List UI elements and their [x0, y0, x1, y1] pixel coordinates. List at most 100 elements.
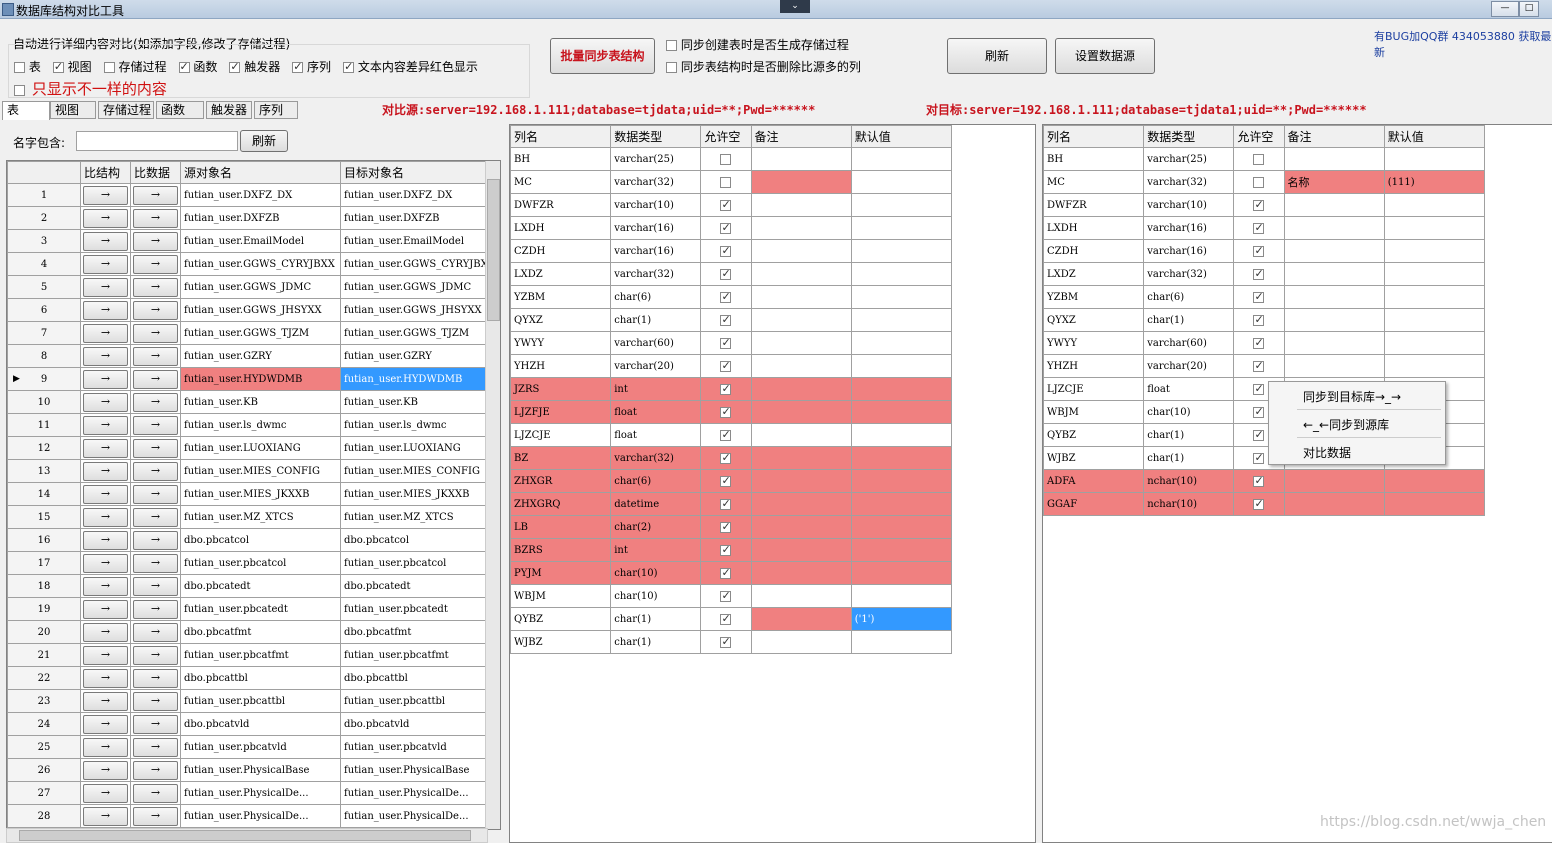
row-number[interactable]: 14 [7, 482, 81, 506]
column-type[interactable]: float [610, 423, 702, 447]
compare-structure-cell[interactable]: → [80, 643, 131, 667]
column-type[interactable]: varchar(25) [610, 147, 702, 171]
column-name[interactable]: BH [510, 147, 612, 171]
column-name[interactable]: YHZH [510, 354, 612, 378]
nullable-cell[interactable] [700, 308, 752, 332]
column-default[interactable] [1383, 469, 1486, 493]
source-object-name[interactable]: futian_user.MIES_JKXXB [180, 482, 341, 506]
nullable-checkbox[interactable] [720, 566, 732, 579]
target-object-name[interactable]: dbo.pbcatedt [340, 574, 486, 598]
column-default[interactable] [1383, 492, 1486, 516]
column-type[interactable]: float [610, 400, 702, 424]
nullable-cell[interactable] [700, 170, 752, 194]
tab-table[interactable]: 表 [2, 101, 50, 120]
table-row[interactable]: WJBZ char(1) [510, 630, 953, 654]
column-name[interactable]: QYBZ [510, 607, 612, 631]
compare-data-cell[interactable]: → [130, 551, 181, 575]
compare-structure-button[interactable]: → [83, 369, 128, 389]
nullable-checkbox[interactable] [1253, 497, 1265, 510]
compare-structure-cell[interactable]: → [80, 758, 131, 782]
compare-structure-cell[interactable]: → [80, 528, 131, 552]
row-number[interactable]: 22 [7, 666, 81, 690]
column-default[interactable] [850, 377, 953, 401]
table-row[interactable]: 8 → → futian_user.GZRY futian_user.GZRY [7, 344, 486, 368]
table-row[interactable]: YZBM char(6) [510, 285, 953, 309]
hscroll-thumb[interactable] [19, 830, 471, 841]
column-default[interactable] [850, 630, 953, 654]
source-object-name[interactable]: futian_user.pbcatcol [180, 551, 341, 575]
nullable-checkbox[interactable] [720, 428, 732, 441]
table-row[interactable]: 22 → → dbo.pbcattbl dbo.pbcattbl [7, 666, 486, 690]
table-row[interactable]: CZDH varchar(16) [510, 239, 953, 263]
nullable-cell[interactable] [700, 216, 752, 240]
table-row[interactable]: BZ varchar(32) [510, 446, 953, 470]
table-row[interactable]: 11 → → futian_user.ls_dwmc futian_user.ls_dw… [7, 413, 486, 437]
nullable-cell[interactable] [700, 446, 752, 470]
column-note[interactable] [1283, 239, 1385, 263]
table-row[interactable]: BZRS int [510, 538, 953, 562]
check-option-box[interactable] [229, 60, 241, 73]
row-number[interactable]: 21 [7, 643, 81, 667]
compare-data-cell[interactable]: → [130, 620, 181, 644]
nullable-checkbox[interactable] [720, 336, 732, 349]
column-type[interactable]: char(2) [610, 515, 702, 539]
nullable-checkbox[interactable] [720, 313, 732, 326]
column-note[interactable] [750, 147, 852, 171]
column-name[interactable]: LXDZ [510, 262, 612, 286]
row-number[interactable]: 28 [7, 804, 81, 828]
compare-structure-cell[interactable]: → [80, 275, 131, 299]
nullable-cell[interactable] [700, 400, 752, 424]
column-default[interactable] [850, 492, 953, 516]
target-object-name[interactable]: futian_user.HYDWDMB [340, 367, 486, 391]
source-object-name[interactable]: futian_user.PhysicalDe... [180, 804, 341, 828]
row-number[interactable]: 17 [7, 551, 81, 575]
column-note[interactable] [750, 469, 852, 493]
column-note[interactable] [750, 308, 852, 332]
column-type[interactable]: varchar(10) [1143, 193, 1235, 217]
column-name[interactable]: MC [1043, 170, 1145, 194]
compare-data-cell[interactable]: → [130, 758, 181, 782]
minimize-button[interactable]: — [1491, 1, 1519, 17]
compare-data-button[interactable]: → [133, 254, 178, 274]
column-name[interactable]: BH [1043, 147, 1145, 171]
row-number[interactable]: 3 [7, 229, 81, 253]
compare-structure-cell[interactable]: → [80, 482, 131, 506]
target-object-name[interactable]: futian_user.PhysicalBase [340, 758, 486, 782]
compare-data-button[interactable]: → [133, 576, 178, 596]
column-type[interactable]: nchar(10) [1143, 492, 1235, 516]
table-row[interactable]: 13 → → futian_user.MIES_CONFIG futian_user.M… [7, 459, 486, 483]
compare-structure-button[interactable]: → [83, 645, 128, 665]
column-name[interactable]: YWYY [1043, 331, 1145, 355]
compare-data-button[interactable]: → [133, 369, 178, 389]
dst-col-header-type[interactable]: 数据类型 [1143, 125, 1235, 148]
column-name[interactable]: YZBM [510, 285, 612, 309]
target-object-name[interactable]: futian_user.pbcatfmt [340, 643, 486, 667]
column-note[interactable] [1283, 469, 1385, 493]
compare-data-cell[interactable]: → [130, 390, 181, 414]
column-default[interactable] [1383, 308, 1486, 332]
tab-view[interactable]: 视图 [50, 101, 96, 119]
compare-structure-cell[interactable]: → [80, 436, 131, 460]
row-number[interactable]: ▶ 9 [7, 367, 81, 391]
compare-data-button[interactable]: → [133, 553, 178, 573]
compare-structure-button[interactable]: → [83, 806, 128, 826]
column-name[interactable]: LXDH [510, 216, 612, 240]
target-object-name[interactable]: futian_user.PhysicalDe... [340, 781, 486, 805]
row-number[interactable]: 2 [7, 206, 81, 230]
compare-data-button[interactable]: → [133, 691, 178, 711]
column-default[interactable] [1383, 147, 1486, 171]
nullable-checkbox[interactable] [1253, 153, 1265, 165]
column-default[interactable] [850, 331, 953, 355]
row-number[interactable]: 5 [7, 275, 81, 299]
column-note[interactable] [750, 607, 852, 631]
table-row[interactable]: BH varchar(25) [1043, 147, 1486, 171]
column-type[interactable]: nchar(10) [1143, 469, 1235, 493]
nullable-cell[interactable] [1233, 285, 1285, 309]
source-object-name[interactable]: futian_user.PhysicalBase [180, 758, 341, 782]
nullable-cell[interactable] [700, 423, 752, 447]
nullable-checkbox[interactable] [1253, 336, 1265, 349]
column-default[interactable] [850, 308, 953, 332]
dst-col-header-name[interactable]: 列名 [1043, 125, 1145, 148]
nullable-cell[interactable] [700, 630, 752, 654]
column-name[interactable]: QYXZ [1043, 308, 1145, 332]
